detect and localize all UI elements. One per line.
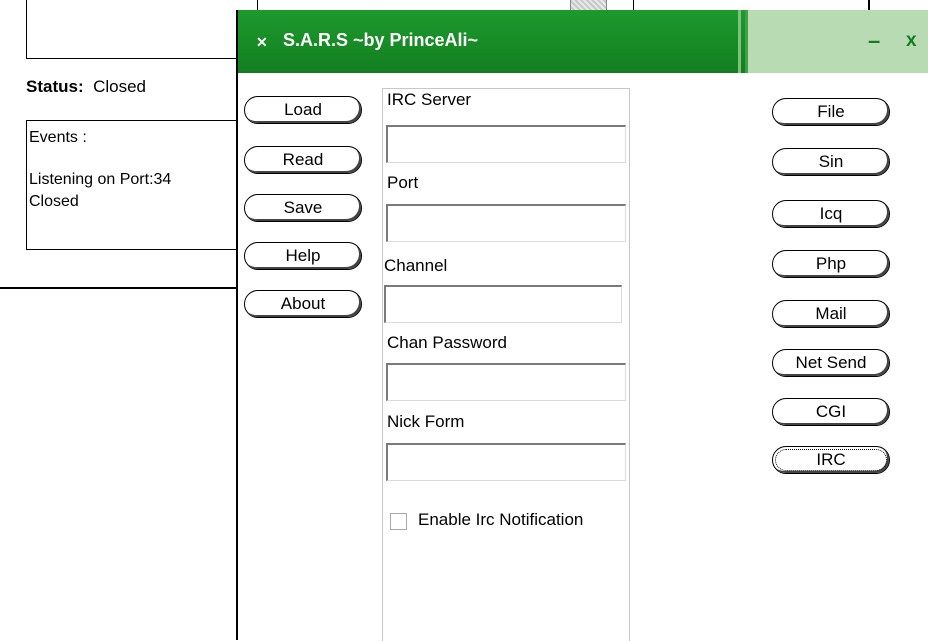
x-logo-icon: ✕ <box>256 34 268 50</box>
nick-form-label: Nick Form <box>387 412 465 432</box>
nick-form-input[interactable] <box>386 443 626 481</box>
status-row: Status: Closed <box>26 77 146 97</box>
load-button[interactable]: Load <box>244 96 362 124</box>
events-line: Listening on Port:34 <box>29 171 172 188</box>
channel-label: Channel <box>384 256 448 276</box>
enable-irc-notification-label[interactable]: Enable Irc Notification <box>418 510 583 530</box>
close-button[interactable]: x <box>906 30 917 52</box>
read-button[interactable]: Read <box>244 146 362 174</box>
status-value: Closed <box>93 77 146 96</box>
sars-window: ✕ S.A.R.S ~by PrinceAli~ – x Load Read S… <box>236 10 928 641</box>
title-bar[interactable]: ✕ S.A.R.S ~by PrinceAli~ – x <box>238 10 928 73</box>
php-button[interactable]: Php <box>772 250 890 278</box>
minimize-button[interactable]: – <box>868 28 880 54</box>
channel-input[interactable] <box>384 285 622 323</box>
cgi-button[interactable]: CGI <box>772 398 890 426</box>
background-top-panel <box>26 0 258 59</box>
events-log: Events : Listening on Port:34 Closed <box>26 120 256 250</box>
about-button[interactable]: About <box>244 290 362 318</box>
mail-button[interactable]: Mail <box>772 300 890 328</box>
port-input[interactable] <box>386 204 626 242</box>
title-bar-accent <box>738 10 928 73</box>
events-title: Events : <box>29 129 87 146</box>
net-send-button[interactable]: Net Send <box>772 349 890 377</box>
events-line: Closed <box>29 193 79 210</box>
enable-irc-notification-checkbox[interactable] <box>390 513 407 530</box>
sin-button[interactable]: Sin <box>772 148 890 176</box>
chan-password-input[interactable] <box>386 363 626 401</box>
save-button[interactable]: Save <box>244 194 362 222</box>
window-title: S.A.R.S ~by PrinceAli~ <box>283 30 479 50</box>
irc-button[interactable]: IRC <box>772 446 890 474</box>
file-button[interactable]: File <box>772 98 890 126</box>
irc-server-input[interactable] <box>386 125 626 163</box>
irc-server-label: IRC Server <box>387 90 472 110</box>
icq-button[interactable]: Icq <box>772 200 890 228</box>
port-label: Port <box>387 173 419 193</box>
help-button[interactable]: Help <box>244 242 362 270</box>
chan-password-label: Chan Password <box>387 333 508 353</box>
status-label: Status: <box>26 77 84 96</box>
